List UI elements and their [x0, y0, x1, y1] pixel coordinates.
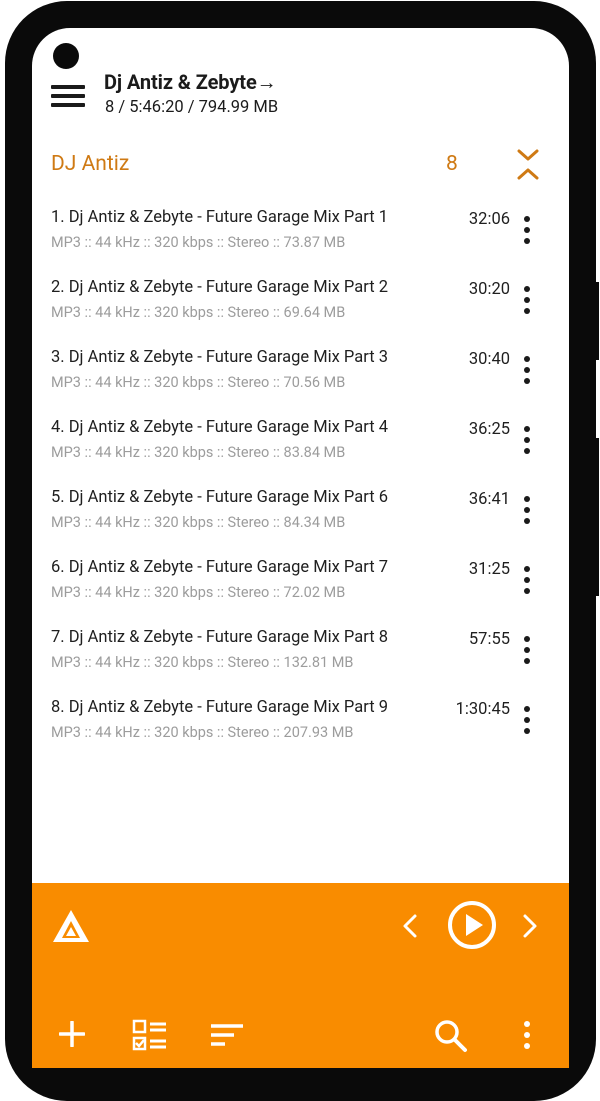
collapse-chevrons-icon[interactable]	[516, 149, 540, 183]
track-title: 4. Dj Antiz & Zebyte - Future Garage Mix…	[51, 418, 388, 437]
track-duration: 57:55	[468, 630, 510, 649]
front-camera	[53, 43, 79, 69]
track-duration: 30:20	[468, 280, 510, 299]
track-duration: 32:06	[468, 210, 510, 229]
aimp-logo-icon[interactable]	[52, 909, 90, 943]
track-info: MP3 :: 44 kHz :: 320 kbps :: Stereo :: 8…	[51, 514, 346, 531]
track-row[interactable]: 2. Dj Antiz & Zebyte - Future Garage Mix…	[32, 278, 569, 348]
track-row[interactable]: 8. Dj Antiz & Zebyte - Future Garage Mix…	[32, 698, 569, 768]
bottom-player-bar	[32, 883, 569, 1068]
track-info: MP3 :: 44 kHz :: 320 kbps :: Stereo :: 8…	[51, 444, 346, 461]
group-header-name[interactable]: DJ Antiz	[51, 152, 129, 176]
track-row[interactable]: 4. Dj Antiz & Zebyte - Future Garage Mix…	[32, 418, 569, 488]
more-vertical-icon[interactable]	[518, 356, 536, 386]
more-vertical-icon[interactable]	[518, 636, 536, 666]
play-circle-icon[interactable]	[447, 900, 497, 950]
track-info: MP3 :: 44 kHz :: 320 kbps :: Stereo :: 7…	[51, 234, 346, 251]
track-row[interactable]: 5. Dj Antiz & Zebyte - Future Garage Mix…	[32, 488, 569, 558]
track-duration: 36:41	[468, 490, 510, 509]
more-vertical-icon[interactable]	[518, 496, 536, 526]
search-icon[interactable]	[434, 1019, 468, 1053]
track-row[interactable]: 6. Dj Antiz & Zebyte - Future Garage Mix…	[32, 558, 569, 628]
more-vertical-icon[interactable]	[518, 706, 536, 736]
track-info: MP3 :: 44 kHz :: 320 kbps :: Stereo :: 7…	[51, 374, 346, 391]
hamburger-menu-icon[interactable]	[51, 82, 86, 108]
track-duration: 1:30:45	[455, 700, 510, 719]
more-vertical-icon[interactable]	[518, 426, 536, 456]
more-vertical-icon[interactable]	[518, 1021, 536, 1051]
more-vertical-icon[interactable]	[518, 216, 536, 246]
track-title: 6. Dj Antiz & Zebyte - Future Garage Mix…	[51, 558, 388, 577]
track-title: 3. Dj Antiz & Zebyte - Future Garage Mix…	[51, 348, 388, 367]
more-vertical-icon[interactable]	[518, 566, 536, 596]
track-title: 5. Dj Antiz & Zebyte - Future Garage Mix…	[51, 488, 388, 507]
plus-icon[interactable]	[59, 1021, 85, 1047]
track-info: MP3 :: 44 kHz :: 320 kbps :: Stereo :: 6…	[51, 304, 346, 321]
more-vertical-icon[interactable]	[518, 286, 536, 316]
track-duration: 31:25	[468, 560, 510, 579]
track-title: 8. Dj Antiz & Zebyte - Future Garage Mix…	[51, 698, 388, 717]
track-duration: 30:40	[468, 350, 510, 369]
sort-icon[interactable]	[210, 1023, 244, 1047]
track-row[interactable]: 3. Dj Antiz & Zebyte - Future Garage Mix…	[32, 348, 569, 418]
chevron-left-icon[interactable]	[402, 913, 418, 939]
playlist-title[interactable]: Dj Antiz & Zebyte→	[104, 70, 277, 95]
track-title: 1. Dj Antiz & Zebyte - Future Garage Mix…	[51, 208, 388, 227]
track-info: MP3 :: 44 kHz :: 320 kbps :: Stereo :: 7…	[51, 584, 346, 601]
chevron-right-icon[interactable]	[522, 913, 538, 939]
track-info: MP3 :: 44 kHz :: 320 kbps :: Stereo :: 2…	[51, 724, 354, 741]
track-duration: 36:25	[468, 420, 510, 439]
track-row[interactable]: 1. Dj Antiz & Zebyte - Future Garage Mix…	[32, 208, 569, 278]
group-track-count: 8	[446, 152, 458, 176]
track-title: 2. Dj Antiz & Zebyte - Future Garage Mix…	[51, 278, 388, 297]
playlist-summary: 8 / 5:46:20 / 794.99 MB	[105, 98, 279, 117]
track-info: MP3 :: 44 kHz :: 320 kbps :: Stereo :: 1…	[51, 654, 354, 671]
app-screen: Dj Antiz & Zebyte→ 8 / 5:46:20 / 794.99 …	[32, 28, 569, 1068]
track-row[interactable]: 7. Dj Antiz & Zebyte - Future Garage Mix…	[32, 628, 569, 698]
checklist-icon[interactable]	[132, 1019, 168, 1051]
track-title: 7. Dj Antiz & Zebyte - Future Garage Mix…	[51, 628, 388, 647]
